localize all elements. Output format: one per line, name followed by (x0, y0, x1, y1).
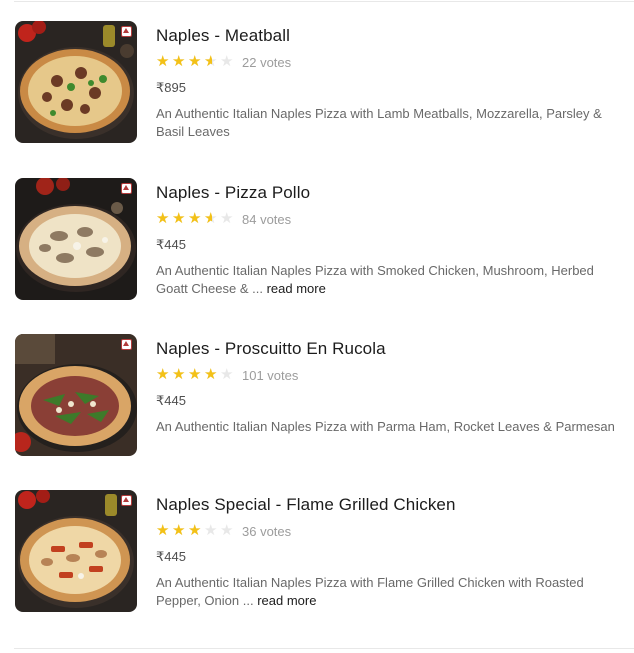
rating-row: ★ ★ ★ ★ ★ ★ ★ ★ ★ 101 votes (156, 367, 626, 383)
bottom-divider (14, 648, 634, 649)
star-icon: ★ ★ (172, 53, 186, 70)
star-icon: ★ (204, 522, 218, 539)
description-text: An Authentic Italian Naples Pizza with L… (156, 106, 602, 139)
description-text: An Authentic Italian Naples Pizza with P… (156, 419, 615, 434)
dish-image[interactable] (15, 490, 137, 612)
dish-name[interactable]: Naples - Pizza Pollo (156, 182, 626, 204)
non-veg-icon (121, 339, 132, 350)
dish-price: ₹445 (156, 393, 186, 408)
star-icon: ★ (220, 210, 234, 227)
star-icon: ★ ★ (204, 210, 218, 227)
dish-description: An Authentic Italian Naples Pizza with P… (156, 418, 626, 436)
non-veg-icon (121, 495, 132, 506)
star-icon: ★ ★ (204, 53, 218, 70)
star-icon: ★ ★ (188, 210, 202, 227)
rating-row: ★ ★ ★ ★ ★ ★ ★ ★ 36 votes (156, 523, 626, 539)
read-more-link[interactable]: read more (267, 281, 326, 296)
dish-price: ₹895 (156, 80, 186, 95)
rating-stars: ★ ★ ★ ★ ★ ★ ★ ★ ★ (156, 210, 236, 227)
menu-item[interactable]: Naples - Pizza Pollo ★ ★ ★ ★ ★ ★ ★ ★ ★ 84 votes … (0, 178, 634, 308)
description-text: An Authentic Italian Naples Pizza with S… (156, 263, 594, 296)
non-veg-icon (121, 183, 132, 194)
pizza-prosciutto-image (15, 334, 137, 456)
dish-description: An Authentic Italian Naples Pizza with L… (156, 105, 626, 141)
dish-description: An Authentic Italian Naples Pizza with S… (156, 262, 626, 298)
pizza-pollo-image (15, 178, 137, 300)
dish-info: Naples Special - Flame Grilled Chicken ★… (156, 490, 626, 610)
star-icon: ★ ★ (188, 53, 202, 70)
rating-row: ★ ★ ★ ★ ★ ★ ★ ★ ★ 22 votes (156, 54, 626, 70)
top-divider (14, 1, 634, 2)
dish-name[interactable]: Naples Special - Flame Grilled Chicken (156, 494, 626, 516)
rating-row: ★ ★ ★ ★ ★ ★ ★ ★ ★ 84 votes (156, 211, 626, 227)
dish-image[interactable] (15, 178, 137, 300)
star-icon: ★ ★ (156, 366, 170, 383)
star-icon: ★ ★ (188, 366, 202, 383)
star-icon: ★ ★ (156, 53, 170, 70)
dish-name[interactable]: Naples - Meatball (156, 25, 626, 47)
menu-item[interactable]: Naples - Meatball ★ ★ ★ ★ ★ ★ ★ ★ ★ 22 votes ₹89… (0, 21, 634, 151)
star-icon: ★ (220, 522, 234, 539)
dish-image[interactable] (15, 334, 137, 456)
votes-count: 36 votes (242, 523, 292, 539)
non-veg-icon (121, 26, 132, 37)
dish-info: Naples - Meatball ★ ★ ★ ★ ★ ★ ★ ★ ★ 22 votes ₹89… (156, 21, 626, 141)
rating-stars: ★ ★ ★ ★ ★ ★ ★ ★ ★ (156, 366, 236, 383)
star-icon: ★ ★ (172, 366, 186, 383)
star-icon: ★ ★ (156, 210, 170, 227)
star-icon: ★ (220, 366, 234, 383)
description-text: An Authentic Italian Naples Pizza with F… (156, 575, 584, 608)
star-icon: ★ ★ (172, 210, 186, 227)
pizza-meatball-image (15, 21, 137, 143)
dish-description: An Authentic Italian Naples Pizza with F… (156, 574, 626, 610)
star-icon: ★ ★ (188, 522, 202, 539)
dish-price: ₹445 (156, 237, 186, 252)
dish-info: Naples - Proscuitto En Rucola ★ ★ ★ ★ ★ ★ ★ ★ ★ … (156, 334, 626, 436)
menu-item[interactable]: Naples - Proscuitto En Rucola ★ ★ ★ ★ ★ ★ ★ ★ ★ … (0, 334, 634, 464)
dish-name[interactable]: Naples - Proscuitto En Rucola (156, 338, 626, 360)
rating-stars: ★ ★ ★ ★ ★ ★ ★ ★ (156, 522, 236, 539)
star-icon: ★ (220, 53, 234, 70)
menu-item[interactable]: Naples Special - Flame Grilled Chicken ★… (0, 490, 634, 620)
read-more-link[interactable]: read more (257, 593, 316, 608)
rating-stars: ★ ★ ★ ★ ★ ★ ★ ★ ★ (156, 53, 236, 70)
star-icon: ★ ★ (172, 522, 186, 539)
votes-count: 22 votes (242, 54, 292, 70)
votes-count: 84 votes (242, 211, 292, 227)
star-icon: ★ ★ (204, 366, 218, 383)
votes-count: 101 votes (242, 367, 299, 383)
dish-price: ₹445 (156, 549, 186, 564)
dish-info: Naples - Pizza Pollo ★ ★ ★ ★ ★ ★ ★ ★ ★ 84 votes … (156, 178, 626, 298)
dish-image[interactable] (15, 21, 137, 143)
pizza-flame-grilled-image (15, 490, 137, 612)
star-icon: ★ ★ (156, 522, 170, 539)
